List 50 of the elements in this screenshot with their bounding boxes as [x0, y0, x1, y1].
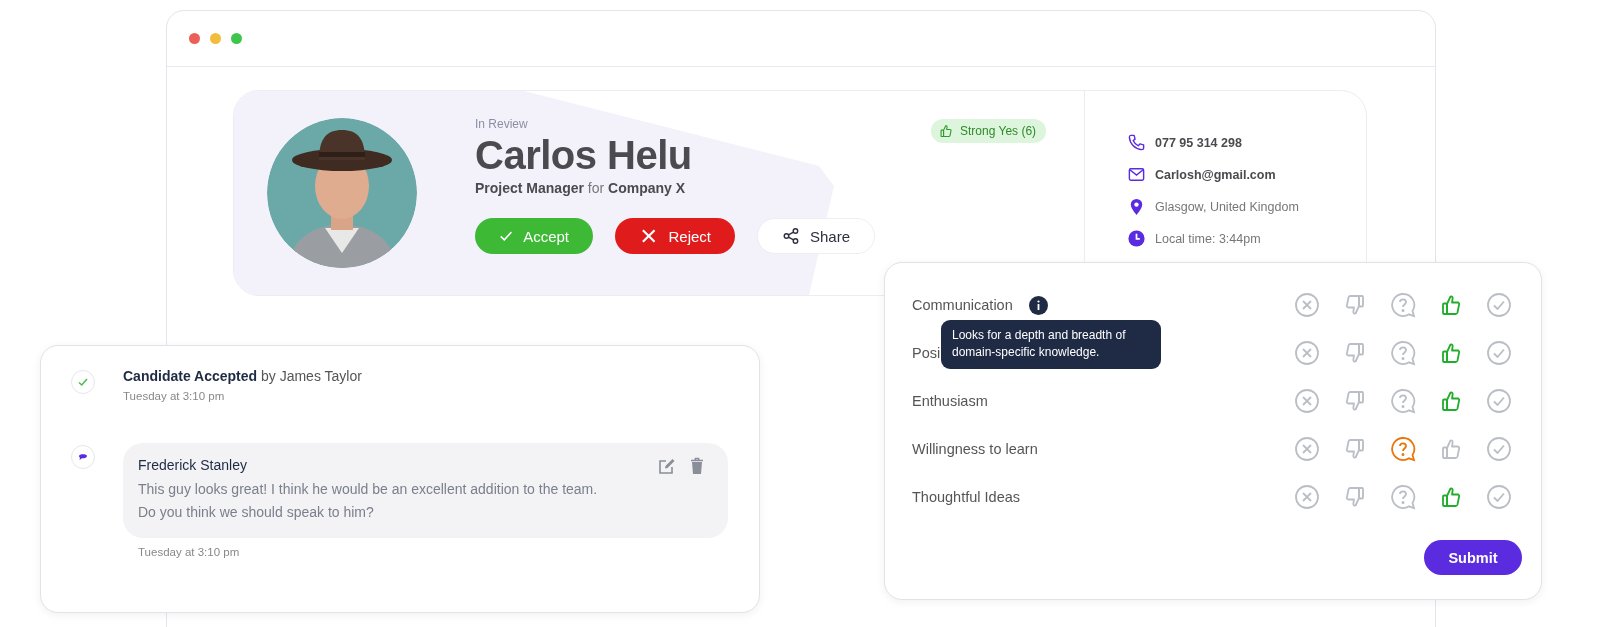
x-circle-icon[interactable]: [1294, 436, 1320, 462]
window-dot[interactable]: [231, 33, 242, 44]
x-circle-icon[interactable]: [1294, 484, 1320, 510]
question-bubble-icon[interactable]: [1390, 292, 1416, 318]
timestamp: Tuesday at 3:10 pm: [137, 546, 241, 559]
share-button[interactable]: Share: [757, 218, 875, 254]
criterion-label: Willingness to learn: [912, 441, 1038, 457]
edit-icon[interactable]: [658, 457, 676, 475]
clock-icon: [1127, 229, 1146, 248]
question-bubble-icon[interactable]: [1390, 340, 1416, 366]
candidate-name: Carlos Helu: [475, 133, 693, 178]
question-bubble-icon[interactable]: [1390, 484, 1416, 510]
window-dot[interactable]: [210, 33, 221, 44]
x-circle-icon[interactable]: [1294, 340, 1320, 366]
mail-icon: [1127, 165, 1146, 184]
window-dot[interactable]: [189, 33, 200, 44]
criterion-label: Thoughtful Ideas: [912, 489, 1021, 505]
question-bubble-icon[interactable]: [1390, 436, 1416, 462]
check-icon: [71, 370, 95, 394]
contact-phone: 077 95 314 298: [1155, 135, 1242, 150]
verdict-badge: Strong Yes (6): [931, 119, 1047, 143]
delete-icon[interactable]: [688, 457, 706, 475]
criterion-label: Posi: [912, 345, 941, 361]
submit-button[interactable]: Submit: [1424, 540, 1522, 575]
job-title: Project Manager for Company X: [475, 180, 687, 196]
check-circle-icon[interactable]: [1486, 436, 1512, 462]
contact-location: Glasgow, United Kingdom: [1155, 199, 1299, 214]
tooltip: Looks for a depth and breadth of domain-specific knowledge.: [941, 320, 1161, 369]
question-bubble-icon[interactable]: [1390, 388, 1416, 414]
contact-time: Local time: 3:44pm: [1155, 231, 1261, 246]
contact-email: Carlosh@gmail.com: [1155, 167, 1276, 182]
check-circle-icon[interactable]: [1486, 340, 1512, 366]
x-circle-icon[interactable]: [1294, 292, 1320, 318]
criterion-label: Communication: [912, 297, 1013, 313]
chat-icon: [71, 445, 95, 469]
share-icon: [782, 226, 800, 246]
x-circle-icon[interactable]: [1294, 388, 1320, 414]
reject-button[interactable]: Reject: [615, 218, 735, 254]
comment-author: Frederick Stanley: [138, 457, 247, 473]
check-circle-icon[interactable]: [1486, 292, 1512, 318]
status-label: In Review: [475, 117, 529, 131]
phone-icon: [1127, 133, 1146, 152]
activity-text: Candidate Accepted by James Taylor: [123, 368, 362, 384]
timestamp: Tuesday at 3:10 pm: [123, 390, 226, 402]
check-circle-icon[interactable]: [1486, 484, 1512, 510]
thumbs-up-icon: [938, 123, 954, 139]
criterion-label: Enthusiasm: [912, 393, 988, 409]
comment-text: This guy looks great! I think he would be an excellent addition to the team. Do you think we should speak to him?: [138, 480, 599, 523]
info-icon[interactable]: [1028, 295, 1048, 315]
check-circle-icon[interactable]: [1486, 388, 1512, 414]
